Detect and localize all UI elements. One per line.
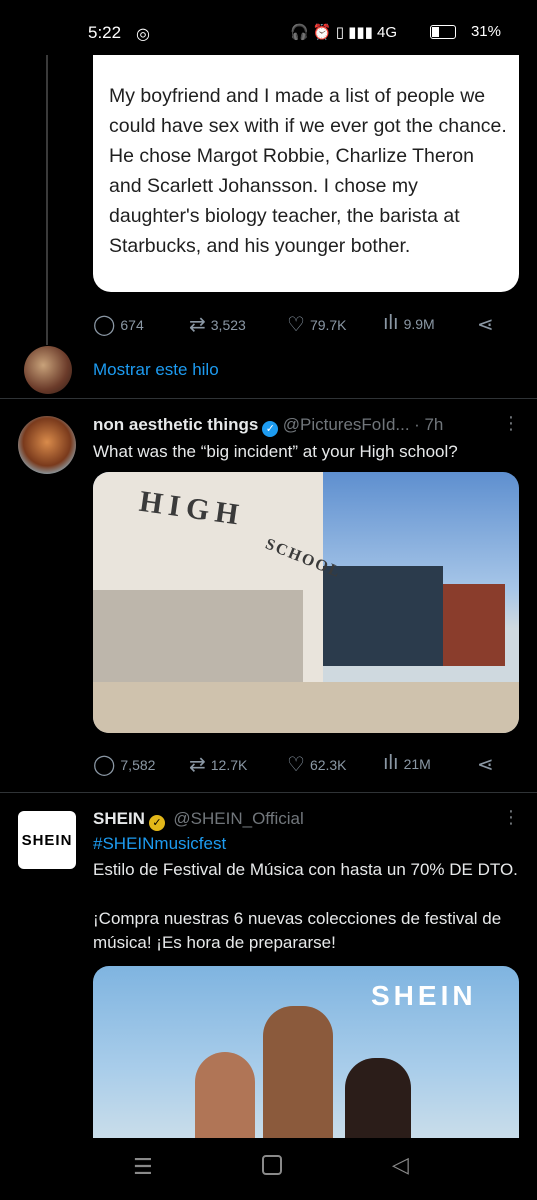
- plaza-ground: [93, 682, 519, 733]
- reply-icon: ◯: [93, 314, 116, 336]
- share-button[interactable]: ⋖: [477, 312, 499, 337]
- more-icon[interactable]: ⋮: [502, 413, 520, 434]
- ad-logo: SHEIN: [371, 980, 477, 1011]
- divider: [0, 398, 537, 399]
- author-handle[interactable]: @SHEIN_Official: [173, 809, 303, 828]
- views-button[interactable]: ılı 9.9M: [383, 312, 435, 335]
- share-icon: ⋖: [477, 314, 494, 336]
- tweet-text: What was the “big incident” at your High…: [93, 442, 458, 461]
- person-figure: [263, 1006, 333, 1138]
- brick-building: [443, 584, 505, 666]
- avatar-logo-text: SHEIN: [21, 831, 73, 849]
- like-count: 62.3K: [309, 756, 347, 773]
- status-time: 5:22: [88, 23, 122, 42]
- verified-badge-icon: ✓: [148, 815, 165, 831]
- reply-count: 7,582: [120, 756, 156, 773]
- views-icon: ılı: [383, 312, 399, 334]
- reply-count: 674: [120, 316, 144, 333]
- tweet-text-line2: ¡Compra nuestras 6 nuevas colecciones de…: [93, 909, 502, 952]
- heart-icon: ♡: [287, 754, 305, 776]
- more-icon[interactable]: ⋮: [502, 807, 520, 828]
- tweet2-header: non aesthetic things ✓ @PicturesFoId... ·…: [93, 415, 443, 437]
- status-bar: 5:22 ◎ 🎧 ⏰ ▯ ▮▮▮ 4G 31%: [0, 0, 537, 55]
- retweet-count: 12.7K: [210, 756, 248, 773]
- heart-icon: ♡: [287, 314, 305, 336]
- retweet-button[interactable]: ⇄ 3,523: [189, 312, 246, 337]
- menu-icon[interactable]: ☰: [133, 1154, 153, 1180]
- like-count: 79.7K: [309, 316, 347, 333]
- retweet-icon: ⇄: [189, 314, 206, 336]
- whatsapp-icon: ◎: [136, 26, 150, 43]
- retweet-button[interactable]: ⇄ 12.7K: [189, 752, 247, 777]
- reply-button[interactable]: ◯ 7,582: [93, 752, 155, 777]
- like-button[interactable]: ♡ 62.3K: [287, 752, 347, 777]
- divider: [0, 792, 537, 793]
- status-icons: 🎧 ⏰ ▯ ▮▮▮ 4G: [290, 24, 398, 41]
- views-count: 21M: [403, 755, 431, 772]
- like-button[interactable]: ♡ 79.7K: [287, 312, 347, 337]
- hashtag-link[interactable]: #SHEINmusicfest: [93, 834, 226, 854]
- avatar[interactable]: SHEIN: [18, 811, 76, 869]
- home-icon[interactable]: [262, 1155, 282, 1175]
- author-handle[interactable]: @PicturesFoId...: [283, 415, 410, 434]
- person-figure: [195, 1052, 255, 1138]
- ad-media-image[interactable]: SHEIN: [93, 966, 519, 1138]
- glass-building: [323, 566, 443, 666]
- views-count: 9.9M: [403, 315, 435, 332]
- views-button[interactable]: ılı 21M: [383, 752, 431, 775]
- tweet-time: · 7h: [414, 415, 444, 434]
- tweet-image-text: My boyfriend and I made a list of people…: [109, 85, 507, 257]
- avatar[interactable]: [24, 346, 72, 394]
- thread-line: [46, 55, 48, 345]
- system-nav-bar: ☰ ◁: [0, 1138, 537, 1200]
- share-button[interactable]: ⋖: [477, 752, 499, 777]
- tweet-image-card[interactable]: My boyfriend and I made a list of people…: [93, 55, 519, 292]
- retweet-count: 3,523: [210, 316, 246, 333]
- battery-level: 31%: [470, 23, 501, 40]
- views-icon: ılı: [383, 752, 399, 774]
- avatar[interactable]: [18, 416, 76, 474]
- author-name[interactable]: SHEIN: [93, 809, 145, 828]
- back-icon[interactable]: ◁: [392, 1152, 409, 1178]
- battery-icon: [430, 25, 456, 39]
- show-thread-link[interactable]: Mostrar este hilo: [93, 360, 219, 380]
- person-figure: [345, 1058, 411, 1138]
- tweet3-header: SHEIN ✓ @SHEIN_Official: [93, 809, 304, 831]
- share-icon: ⋖: [477, 754, 494, 776]
- tweet-media-image[interactable]: HIGH SCHOOL: [93, 472, 519, 733]
- reply-button[interactable]: ◯ 674: [93, 312, 144, 337]
- tweet-text-line1: Estilo de Festival de Música con hasta u…: [93, 860, 518, 879]
- reply-icon: ◯: [93, 754, 116, 776]
- author-name[interactable]: non aesthetic things: [93, 415, 258, 434]
- verified-badge-icon: ✓: [262, 421, 279, 437]
- retweet-icon: ⇄: [189, 754, 206, 776]
